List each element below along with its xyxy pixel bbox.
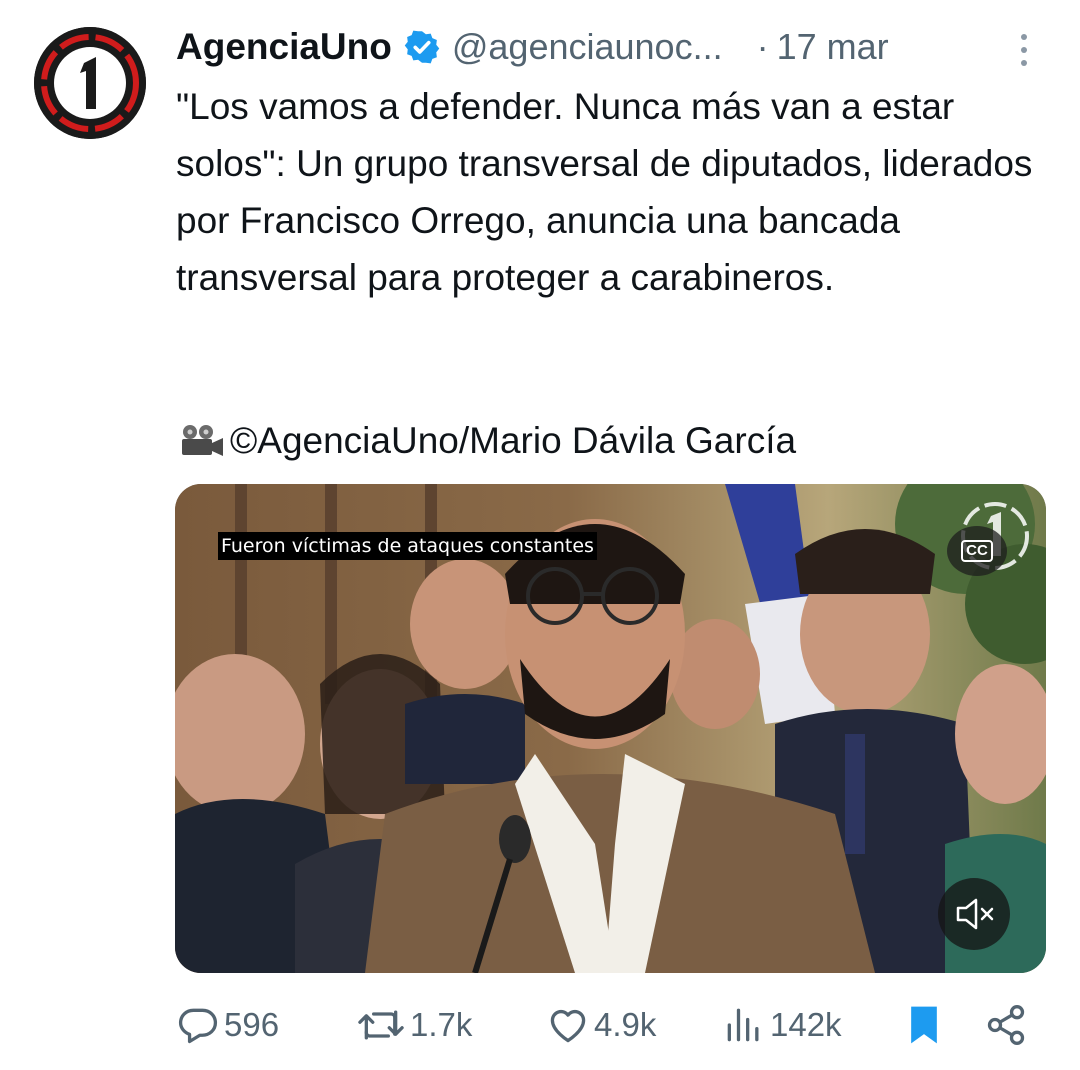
tweet-header: AgenciaUno @agenciaunoc... · 17 mar <box>176 22 1036 72</box>
tweet-timestamp[interactable]: 17 mar <box>777 26 889 68</box>
cc-label: CC <box>961 540 993 562</box>
tweet-action-bar: 596 1.7k 4.9k 142k <box>176 1000 1036 1050</box>
retweet-icon <box>358 1010 404 1040</box>
reply-button[interactable]: 596 <box>176 1000 279 1050</box>
views-count: 142k <box>770 1006 842 1043</box>
separator-dot: · <box>756 26 769 67</box>
avatar[interactable] <box>34 27 146 139</box>
retweet-count: 1.7k <box>410 1006 473 1043</box>
verified-badge-icon[interactable] <box>404 29 440 65</box>
retweet-button[interactable]: 1.7k <box>356 1000 472 1050</box>
author-handle[interactable]: @agenciaunoc... <box>452 26 723 68</box>
share-button[interactable] <box>984 1000 1028 1050</box>
closed-captions-button[interactable]: CC <box>947 526 1007 576</box>
credit-text: ©AgenciaUno/Mario Dávila García <box>230 420 797 461</box>
share-icon <box>987 1005 1025 1045</box>
views-chart-icon <box>727 1008 759 1042</box>
credit-line: ©AgenciaUno/Mario Dávila García <box>176 412 796 469</box>
reply-icon <box>178 1008 218 1044</box>
video-player[interactable]: Fueron víctimas de ataques constantes CC <box>175 484 1046 973</box>
reply-count: 596 <box>224 1006 280 1043</box>
speaker-muted-icon <box>956 898 994 930</box>
bookmark-icon <box>911 1006 937 1044</box>
bookmark-button[interactable] <box>904 1000 944 1050</box>
tweet-text: "Los vamos a defender. Nunca más van a e… <box>176 86 1033 298</box>
video-caption: Fueron víctimas de ataques constantes <box>218 532 597 560</box>
agenciauno-logo-icon <box>34 27 146 139</box>
like-button[interactable]: 4.9k <box>546 1000 656 1050</box>
author-display-name[interactable]: AgenciaUno <box>176 26 392 68</box>
more-options-icon[interactable] <box>1014 30 1034 70</box>
heart-icon <box>550 1009 586 1043</box>
unmute-button[interactable] <box>938 878 1010 950</box>
like-count: 4.9k <box>594 1006 657 1043</box>
views-button[interactable]: 142k <box>722 1000 842 1050</box>
movie-camera-icon <box>176 423 226 459</box>
